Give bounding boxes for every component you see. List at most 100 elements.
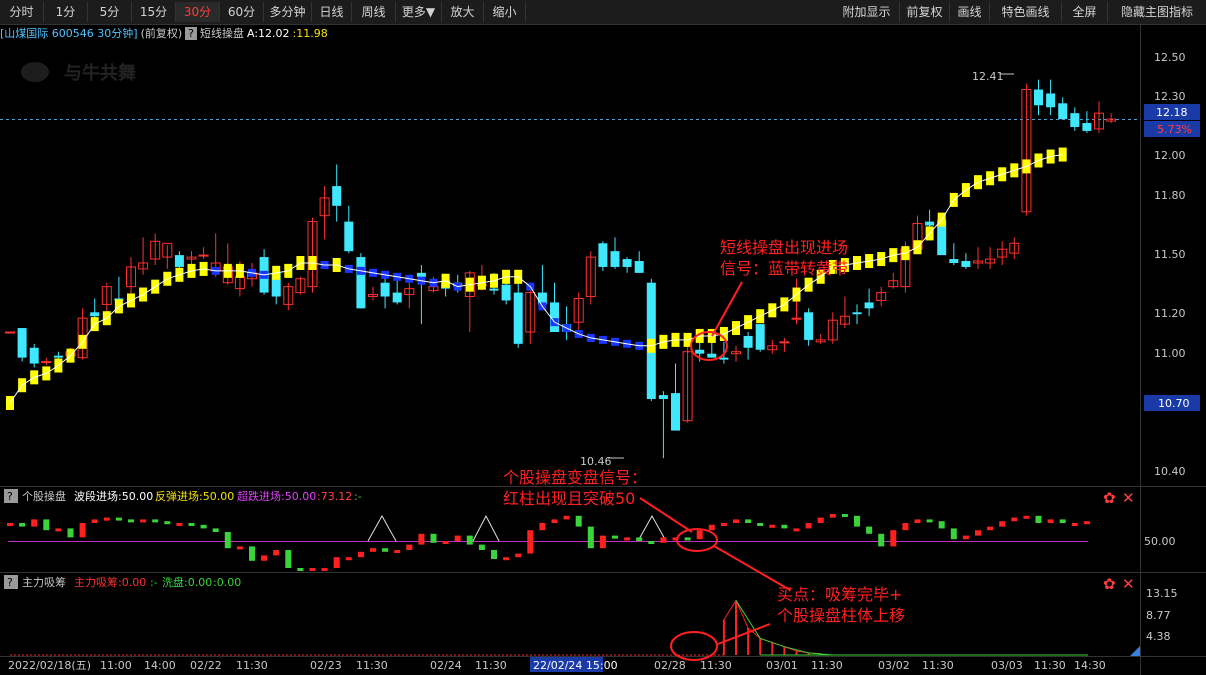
osc-bar: [975, 530, 981, 536]
osc-bar: [115, 517, 122, 521]
short-trade-band: [6, 147, 1067, 410]
price-axis: 12.50 12.30 12.00 11.80 11.50 11.20 11.0…: [1144, 51, 1200, 478]
panel2-triangles: [367, 514, 667, 542]
panel3-settings-icon[interactable]: ✿: [1103, 575, 1116, 593]
annotation-1-line-2: 信号：蓝带转黄带: [720, 259, 848, 278]
band-line: [9, 154, 1063, 404]
candle-body: [852, 312, 862, 315]
osc-bar: [648, 541, 655, 544]
osc-bar: [79, 523, 86, 538]
candle-body: [380, 282, 390, 297]
panel2-title[interactable]: 个股操盘: [22, 489, 66, 503]
osc-bar: [527, 530, 534, 554]
panel3-title[interactable]: 主力吸筹: [22, 575, 66, 589]
annotation-3-line-2: 个股操盘柱体上移: [777, 606, 905, 625]
osc-bar: [720, 523, 727, 526]
osc-bar: [491, 550, 497, 559]
rebound-triangle-icon: [472, 514, 500, 542]
rebound-triangle-icon: [367, 514, 397, 542]
high-label: 12.41: [972, 70, 1004, 83]
annotation-2-line-2: 红柱出现且突破50: [503, 489, 635, 508]
panel2-help-icon[interactable]: ?: [7, 490, 13, 503]
osc-bar: [91, 519, 98, 523]
price-tick: 12.00: [1154, 149, 1186, 162]
osc-bar: [261, 555, 268, 561]
panel3-help-icon[interactable]: ?: [7, 576, 13, 589]
time-label: 11:30: [700, 659, 732, 672]
osc-bar: [938, 521, 945, 529]
osc-bar: [587, 526, 594, 549]
panel3-wash: 洗盘:0.00: [162, 575, 212, 589]
osc-bar: [878, 533, 885, 547]
osc-bar: [309, 568, 316, 571]
osc-bar: [829, 514, 836, 518]
price-tick: 10.40: [1154, 465, 1186, 478]
osc-bar: [599, 535, 606, 549]
panel2-oversold-entry: 超跌进场:50.00: [237, 489, 316, 503]
candle-body: [392, 292, 402, 303]
osc-bar: [914, 519, 921, 523]
candle-body: [332, 186, 342, 206]
candle-body: [755, 324, 765, 350]
osc-bar: [273, 550, 280, 556]
candle-body: [719, 357, 729, 360]
candle-body: [174, 255, 184, 267]
price-tick: 12.30: [1154, 90, 1186, 103]
osc-bar: [321, 568, 328, 571]
candle-body: [707, 353, 717, 358]
time-label: 11:30: [1034, 659, 1066, 672]
osc-bar: [636, 537, 643, 541]
candle-body: [550, 302, 559, 332]
candle-body: [779, 341, 790, 344]
annotation-3-circle: [670, 631, 718, 661]
osc-bar: [1083, 521, 1090, 525]
osc-bar: [1059, 519, 1066, 523]
osc-bar: [926, 519, 933, 523]
osc-bar: [1047, 519, 1054, 523]
osc-bar: [854, 515, 860, 527]
price-tick: 11.50: [1154, 248, 1186, 261]
panel2-value2: :-: [354, 490, 362, 503]
osc-bar: [950, 528, 957, 540]
osc-bar: [612, 535, 618, 539]
candle-body: [949, 259, 959, 263]
panel2-value: :73.12: [317, 490, 352, 503]
osc-bar: [708, 524, 715, 531]
candle-body: [622, 259, 632, 267]
panel2-close-icon[interactable]: ✕: [1122, 489, 1135, 507]
osc-bar: [962, 535, 969, 540]
osc-bar: [781, 524, 788, 529]
corner-resize-icon[interactable]: [1130, 646, 1140, 656]
panel2-wave-entry: 波段进场:50.00: [74, 489, 153, 503]
panel-3-legend: ? 主力吸筹 主力吸筹:0.00 :- 洗盘:0.00 :0.00 ✿ ✕ 13…: [4, 575, 1178, 656]
candle-body: [695, 349, 705, 354]
time-label: 02/23: [310, 659, 342, 672]
osc-bar: [1071, 523, 1078, 526]
osc-bar: [757, 523, 764, 526]
candle-body: [513, 292, 523, 344]
candle-body: [1058, 103, 1068, 120]
osc-bar: [660, 537, 667, 543]
low-price-value: 10.70: [1158, 397, 1190, 410]
band-centerline: [9, 154, 1063, 404]
panel3-close-icon[interactable]: ✕: [1122, 575, 1135, 593]
time-label: 11:30: [922, 659, 954, 672]
annotation-3-pointer: [717, 623, 771, 645]
chart-canvas: 与牛共舞 12.41 10.46 12.50 12.30 12.00 11.80…: [0, 24, 1206, 675]
candle-body: [610, 251, 620, 267]
panel3-axis-label: 13.15: [1146, 587, 1178, 600]
osc-bar: [466, 535, 473, 545]
change-value: 5.73%: [1157, 123, 1192, 136]
osc-bar: [539, 523, 546, 531]
panel2-settings-icon[interactable]: ✿: [1103, 489, 1116, 507]
osc-bar: [370, 548, 376, 552]
osc-bar: [1011, 517, 1018, 522]
candle-body: [925, 221, 935, 226]
osc-bar: [418, 533, 425, 545]
low-label: 10.46: [580, 455, 612, 468]
panel3-axis-label: 8.77: [1146, 609, 1171, 622]
rebound-triangle-icon: [637, 514, 667, 542]
candle-body: [53, 355, 63, 358]
bull-logo-icon: [21, 62, 49, 82]
time-label: 2022/02/18(五): [8, 659, 91, 672]
